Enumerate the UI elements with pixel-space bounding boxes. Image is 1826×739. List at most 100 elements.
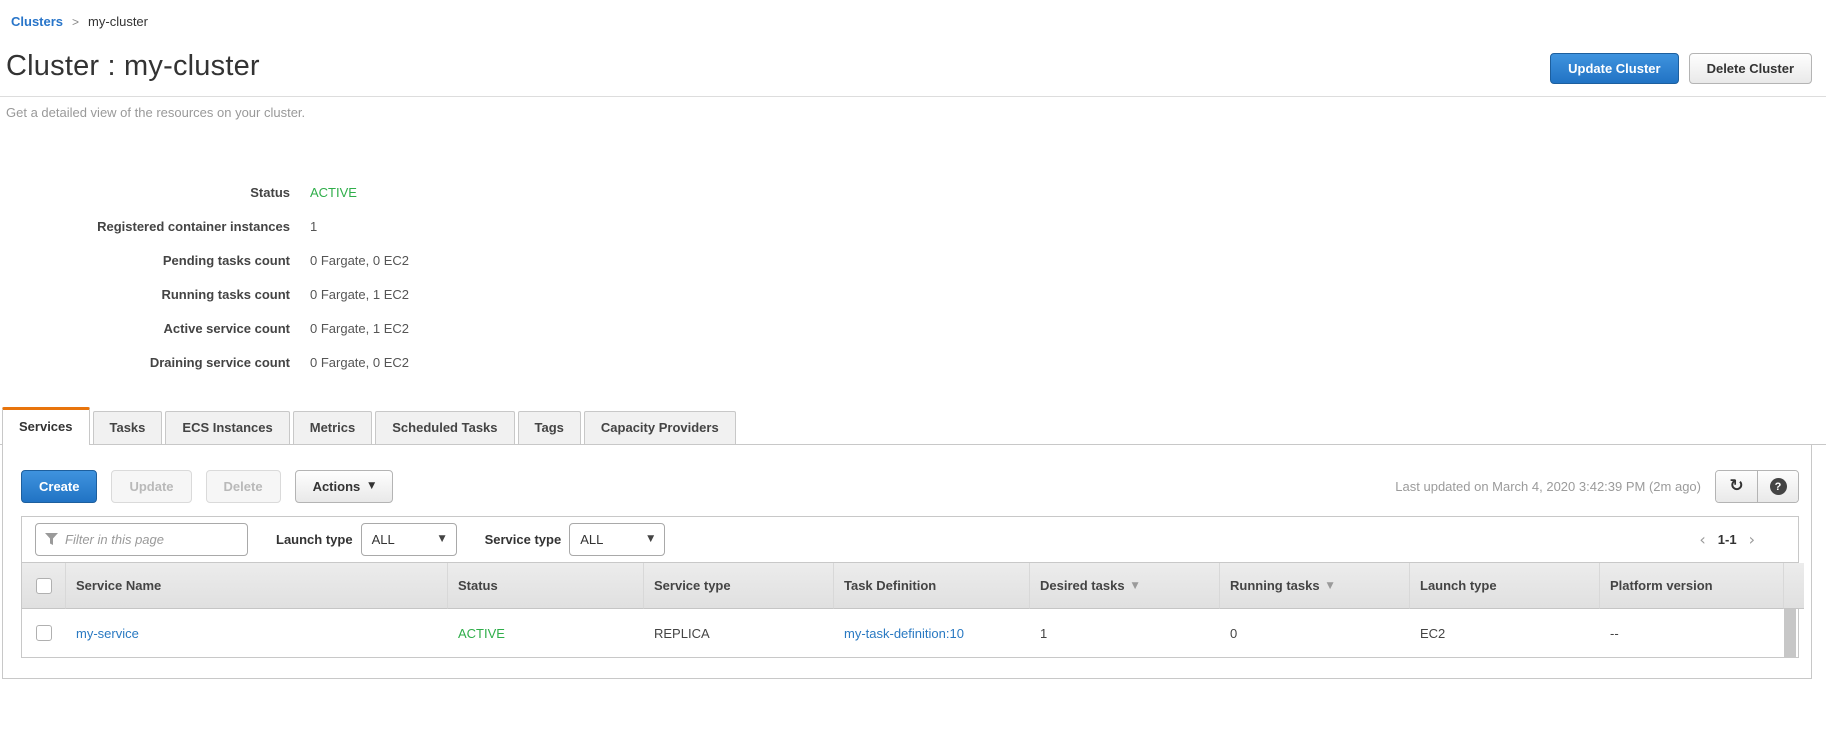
task-definition-link[interactable]: my-task-definition:10 — [844, 626, 964, 641]
cell-task-definition: my-task-definition:10 — [834, 609, 1030, 657]
services-panel: Create Update Delete Actions ▼ Last upda… — [2, 445, 1812, 679]
launch-type-label: Launch type — [276, 532, 353, 547]
chevron-down-icon: ▼ — [439, 535, 446, 544]
filter-input-wrap — [35, 523, 248, 556]
table-scrollbar-track — [1784, 609, 1798, 657]
table-scrollbar-thumb[interactable] — [1784, 609, 1796, 657]
cell-desired-tasks: 1 — [1030, 609, 1220, 657]
cell-launch-type: EC2 — [1410, 609, 1600, 657]
detail-label: Running tasks count — [0, 278, 290, 312]
header-buttons: Update Cluster Delete Cluster — [1550, 53, 1812, 84]
detail-row: Active service count 0 Fargate, 1 EC2 — [0, 312, 1826, 346]
table-header-row: Service Name Status Service type Task Defin… — [22, 563, 1798, 609]
column-header-task-definition: Task Definition — [834, 563, 1030, 609]
help-icon: ? — [1770, 478, 1787, 495]
update-cluster-button[interactable]: Update Cluster — [1550, 53, 1678, 84]
pagination: ‹ 1-1 › — [1699, 532, 1785, 548]
filter-bar: Launch type ALL ▼ Service type ALL ▼ ‹ 1… — [22, 517, 1798, 563]
service-type-select[interactable]: ALL ▼ — [569, 523, 665, 556]
chevron-down-icon: ▼ — [647, 535, 654, 544]
tab-bar: ServicesTasksECS InstancesMetricsSchedul… — [0, 407, 1826, 445]
header-scrollbar-filler — [1784, 563, 1804, 609]
detail-label: Active service count — [0, 312, 290, 346]
header-checkbox-cell — [22, 563, 66, 609]
breadcrumb: Clusters > my-cluster — [0, 0, 1826, 29]
column-header-desired-tasks[interactable]: Desired tasks▼ — [1030, 563, 1220, 609]
detail-row: Pending tasks count0 Fargate, 0 EC2 — [0, 244, 1826, 278]
launch-type-value: ALL — [372, 532, 395, 547]
column-label: Platform version — [1610, 578, 1713, 593]
column-header-status: Status — [448, 563, 644, 609]
cell-value: 1 — [1040, 626, 1047, 641]
filter-input[interactable] — [35, 523, 248, 556]
detail-row: Running tasks count 0 Fargate, 1 EC2 — [0, 278, 1826, 312]
delete-button[interactable]: Delete — [206, 470, 281, 503]
cell-value: 0 — [1230, 626, 1237, 641]
help-button[interactable]: ? — [1757, 471, 1798, 502]
cell-value: EC2 — [1420, 626, 1445, 641]
service-name-link[interactable]: my-service — [76, 626, 139, 641]
column-label: Service type — [654, 578, 731, 593]
column-header-service-name: Service Name — [66, 563, 448, 609]
table-row: my-service ACTIVE REPLICA my-task-definitio… — [22, 609, 1798, 657]
column-label: Status — [458, 578, 498, 593]
actions-label: Actions — [313, 479, 361, 494]
cell-status: ACTIVE — [448, 609, 644, 657]
detail-value: 0 Fargate, 1 EC2 — [310, 312, 409, 346]
toolbar-icon-group: ↻ ? — [1715, 470, 1799, 503]
next-page-chevron-icon[interactable]: › — [1749, 532, 1755, 548]
column-label: Service Name — [76, 578, 161, 593]
column-label: Task Definition — [844, 578, 936, 593]
column-label: Launch type — [1420, 578, 1497, 593]
page-header: Cluster : my-cluster Update Cluster Dele… — [0, 50, 1826, 120]
sort-caret-icon: ▼ — [1132, 581, 1139, 591]
cell-platform-version: -- — [1600, 609, 1784, 657]
detail-row: Registered container instances1 — [0, 210, 1826, 244]
detail-value: 0 Fargate, 0 EC2 — [310, 346, 409, 380]
service-type-label: Service type — [485, 532, 562, 547]
detail-value: ACTIVE — [310, 176, 357, 210]
update-button[interactable]: Update — [111, 470, 191, 503]
services-toolbar: Create Update Delete Actions ▼ Last upda… — [3, 445, 1811, 503]
detail-label: Draining service count — [0, 346, 290, 380]
refresh-button[interactable]: ↻ — [1716, 471, 1757, 502]
service-type-value: ALL — [580, 532, 603, 547]
breadcrumb-separator-icon: > — [72, 15, 79, 29]
launch-type-select[interactable]: ALL ▼ — [361, 523, 457, 556]
page-subtitle: Get a detailed view of the resources on … — [0, 97, 1826, 120]
filter-funnel-icon — [45, 533, 58, 545]
refresh-icon: ↻ — [1729, 478, 1743, 495]
column-header-service-type: Service type — [644, 563, 834, 609]
row-checkbox-cell — [22, 609, 66, 657]
tab-metrics[interactable]: Metrics — [293, 411, 373, 444]
tab-scheduled-tasks[interactable]: Scheduled Tasks — [375, 411, 514, 444]
row-checkbox[interactable] — [36, 625, 52, 641]
select-all-checkbox[interactable] — [36, 578, 52, 594]
tab-services[interactable]: Services — [2, 407, 90, 445]
prev-page-chevron-icon[interactable]: ‹ — [1699, 532, 1705, 548]
cell-value: -- — [1610, 626, 1619, 641]
tab-tasks[interactable]: Tasks — [93, 411, 163, 444]
create-button[interactable]: Create — [21, 470, 97, 503]
tab-capacity-providers[interactable]: Capacity Providers — [584, 411, 736, 444]
last-updated-text: Last updated on March 4, 2020 3:42:39 PM… — [1395, 479, 1701, 494]
breadcrumb-clusters-link[interactable]: Clusters — [11, 14, 63, 29]
detail-value: 0 Fargate, 1 EC2 — [310, 278, 409, 312]
cell-value: REPLICA — [654, 626, 710, 641]
cluster-details: StatusACTIVERegistered container instanc… — [0, 176, 1826, 380]
chevron-down-icon: ▼ — [368, 482, 375, 491]
cell-running-tasks: 0 — [1220, 609, 1410, 657]
pagination-range: 1-1 — [1718, 532, 1737, 547]
tab-ecs-instances[interactable]: ECS Instances — [165, 411, 289, 444]
column-header-running-tasks[interactable]: Running tasks▼ — [1220, 563, 1410, 609]
detail-row: Draining service count 0 Fargate, 0 EC2 — [0, 346, 1826, 380]
table-body: my-service ACTIVE REPLICA my-task-definitio… — [22, 609, 1798, 657]
delete-cluster-button[interactable]: Delete Cluster — [1689, 53, 1812, 84]
cell-service-type: REPLICA — [644, 609, 834, 657]
sort-caret-icon: ▼ — [1327, 581, 1334, 591]
column-header-launch-type: Launch type — [1410, 563, 1600, 609]
table-header: Service Name Status Service type Task Defin… — [22, 563, 1798, 609]
tab-tags[interactable]: Tags — [518, 411, 581, 444]
actions-dropdown-button[interactable]: Actions ▼ — [295, 470, 394, 503]
detail-value: 1 — [310, 210, 317, 244]
